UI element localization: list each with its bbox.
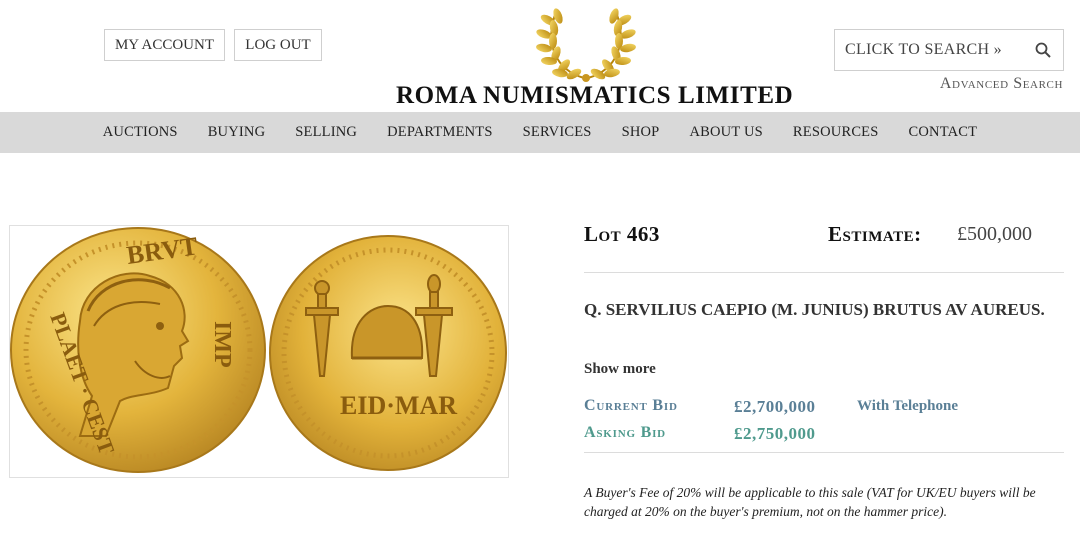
current-bid-value: £2,700,000 [734, 397, 816, 416]
nav-item-contact[interactable]: CONTACT [909, 124, 978, 141]
current-bid-label: Current Bid [584, 397, 678, 414]
divider [584, 452, 1064, 453]
bid-source-link[interactable]: With Telephone [857, 398, 958, 415]
coin-reverse: EID·MAR [269, 235, 507, 471]
nav-item-buying[interactable]: BUYING [208, 124, 266, 141]
lot-number: Lot 463 [584, 222, 660, 246]
estimate-value: £500,000 [957, 223, 1032, 245]
asking-bid-value: £2,750,000 [734, 424, 816, 443]
obverse-legend-right: IMP [209, 321, 235, 368]
estimate-label: Estimate: [828, 222, 922, 246]
nav-item-auctions[interactable]: AUCTIONS [103, 124, 178, 141]
lot-description-title: Q. SERVILIUS CAEPIO (M. JUNIUS) BRUTUS A… [584, 300, 1045, 319]
site-header: MY ACCOUNT LOG OUT ROMA NUMISMATICS LIMI… [0, 0, 1080, 112]
search-box[interactable]: CLICK TO SEARCH » [834, 29, 1064, 71]
nav-item-services[interactable]: SERVICES [523, 124, 592, 141]
coin-obverse: BRVT PLAET · CEST IMP [10, 227, 266, 473]
log-out-button[interactable]: LOG OUT [234, 29, 322, 61]
site-logo[interactable]: ROMA NUMISMATICS LIMITED [396, 4, 794, 109]
advanced-search-link[interactable]: Advanced Search [940, 75, 1063, 93]
nav-item-selling[interactable]: SELLING [295, 124, 357, 141]
nav-item-departments[interactable]: DEPARTMENTS [387, 124, 493, 141]
reverse-legend: EID·MAR [340, 391, 457, 420]
laurel-wreath-icon [536, 8, 636, 82]
nav-item-about-us[interactable]: ABOUT US [689, 124, 762, 141]
asking-bid-label: Asking Bid [584, 424, 666, 441]
nav-item-shop[interactable]: SHOP [622, 124, 660, 141]
show-more-link[interactable]: Show more [584, 361, 656, 378]
logo-text: ROMA NUMISMATICS LIMITED [396, 82, 794, 109]
divider [584, 272, 1064, 273]
lot-image[interactable]: BRVT PLAET · CEST IMP EID·MAR [9, 225, 509, 478]
search-label: CLICK TO SEARCH » [845, 41, 1002, 58]
my-account-button[interactable]: MY ACCOUNT [104, 29, 225, 61]
nav-item-resources[interactable]: RESOURCES [793, 124, 879, 141]
buyers-fee-note: A Buyer's Fee of 20% will be applicable … [584, 485, 1036, 519]
search-icon[interactable] [1023, 30, 1063, 70]
main-nav: AUCTIONS BUYING SELLING DEPARTMENTS SERV… [0, 112, 1080, 153]
